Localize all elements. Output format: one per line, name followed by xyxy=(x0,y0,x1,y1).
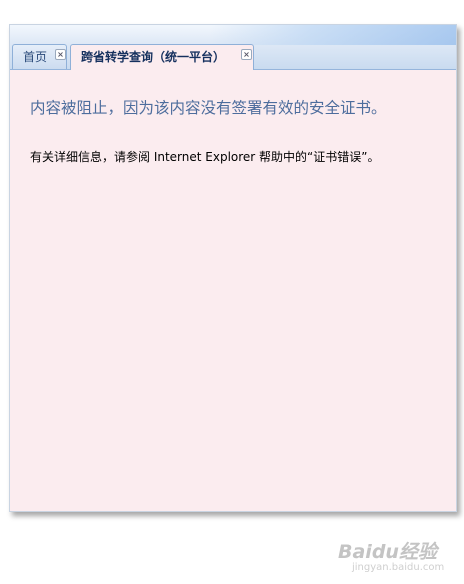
tab-transfer-query[interactable]: 跨省转学查询（统一平台） × xyxy=(70,44,254,70)
tab-transfer-query-label: 跨省转学查询（统一平台） xyxy=(81,50,226,64)
blocked-content-detail: 有关详细信息，请参阅 Internet Explorer 帮助中的“证书错误”。 xyxy=(30,150,380,164)
tab-home-label: 首页 xyxy=(23,50,48,64)
tab-home[interactable]: 首页 × xyxy=(12,44,67,69)
tab-bar: 首页 × 跨省转学查询（统一平台） × xyxy=(10,25,456,70)
browser-frame: 首页 × 跨省转学查询（统一平台） × 内容被阻止，因为该内容没有签署有效的安全… xyxy=(9,24,457,512)
close-icon[interactable]: × xyxy=(241,49,252,60)
baidu-watermark-url: jingyan.baidu.com xyxy=(352,562,445,573)
close-icon[interactable]: × xyxy=(55,49,66,60)
blocked-content-title: 内容被阻止，因为该内容没有签署有效的安全证书。 xyxy=(30,99,387,117)
tabbar-decoration xyxy=(210,25,456,45)
baidu-watermark-logo: Baidu经验 xyxy=(338,541,437,563)
content-area: 内容被阻止，因为该内容没有签署有效的安全证书。 有关详细信息，请参阅 Inter… xyxy=(10,70,456,511)
